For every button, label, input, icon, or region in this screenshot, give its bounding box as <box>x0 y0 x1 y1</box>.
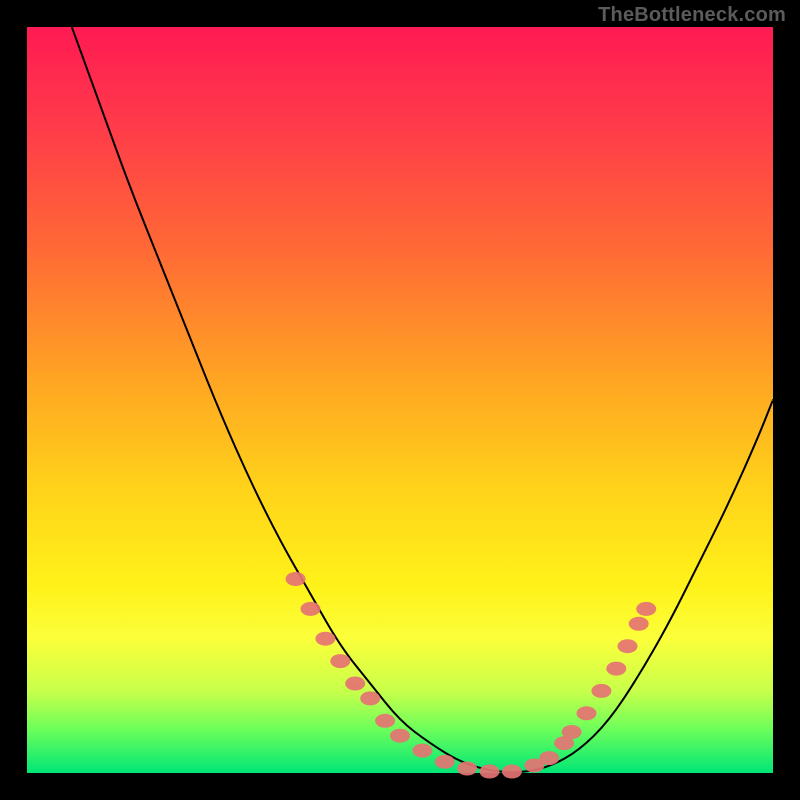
marker-point <box>591 684 611 698</box>
marker-point <box>390 729 410 743</box>
marker-point <box>502 765 522 779</box>
marker-point <box>577 706 597 720</box>
marker-point <box>330 654 350 668</box>
plot-area <box>27 27 773 773</box>
marker-point <box>636 602 656 616</box>
marker-point <box>606 662 626 676</box>
bottleneck-curve <box>72 27 773 772</box>
marker-point <box>480 765 500 779</box>
marker-point <box>629 617 649 631</box>
curve-svg <box>27 27 773 773</box>
marker-point <box>345 677 365 691</box>
marker-point <box>457 762 477 776</box>
marker-group <box>286 572 657 779</box>
marker-point <box>301 602 321 616</box>
marker-point <box>618 639 638 653</box>
chart-stage: TheBottleneck.com <box>0 0 800 800</box>
marker-point <box>360 691 380 705</box>
marker-point <box>375 714 395 728</box>
watermark-text: TheBottleneck.com <box>598 4 786 27</box>
marker-point <box>286 572 306 586</box>
marker-point <box>315 632 335 646</box>
marker-point <box>412 744 432 758</box>
marker-point <box>435 755 455 769</box>
marker-point <box>539 751 559 765</box>
marker-point <box>562 725 582 739</box>
